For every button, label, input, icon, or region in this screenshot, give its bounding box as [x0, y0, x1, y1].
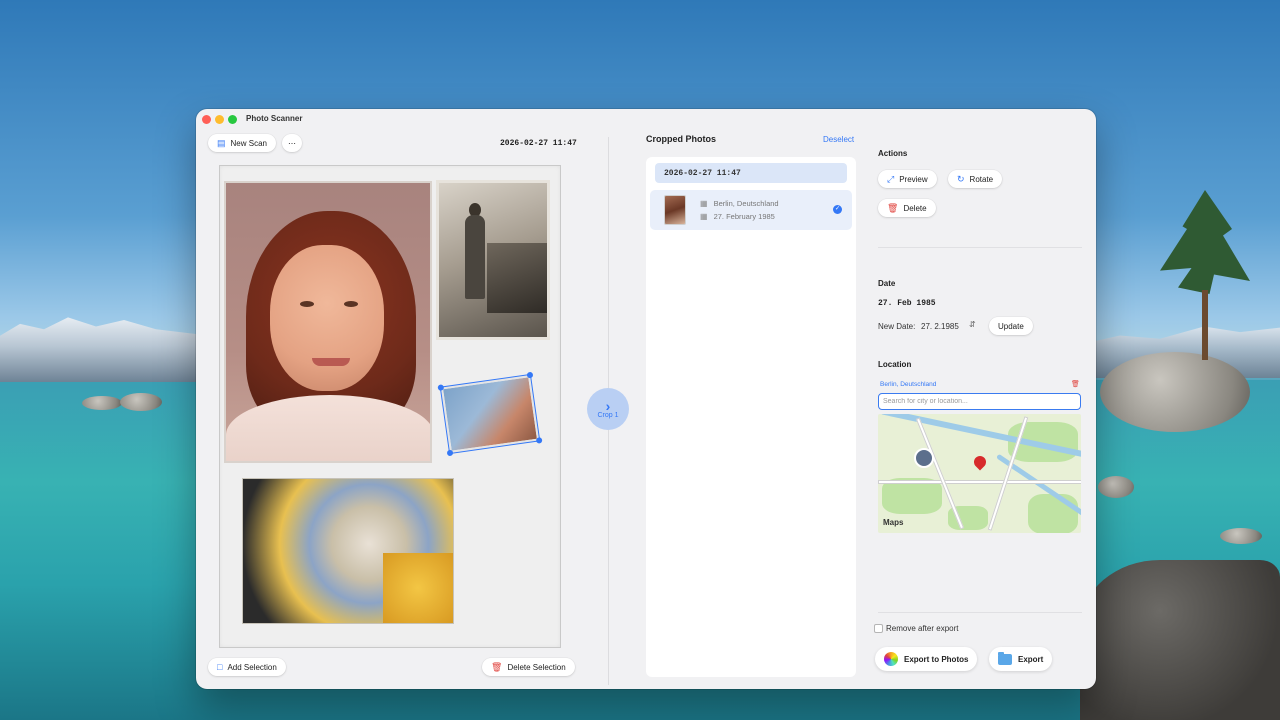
- folder-icon: [998, 651, 1012, 665]
- section-divider: [878, 612, 1082, 613]
- location-title: Location: [878, 360, 912, 369]
- date-title: Date: [878, 279, 896, 288]
- date-stepper-icon[interactable]: ⇵: [969, 320, 976, 329]
- wallpaper-boulder: [1080, 560, 1280, 720]
- crop-button[interactable]: › Crop 1: [587, 388, 629, 430]
- rotate-label: Rotate: [969, 174, 994, 184]
- new-date-label: New Date:: [878, 322, 916, 331]
- checkmark-icon: ✓: [833, 205, 842, 214]
- list-item[interactable]: ▦ Berlin, Deutschland ▦ 27. February 198…: [650, 190, 852, 230]
- more-options-button[interactable]: ⋯: [282, 134, 302, 152]
- export-to-photos-button[interactable]: Export to Photos: [875, 647, 978, 671]
- group-header: 2026-02-27 11:47: [655, 163, 847, 183]
- add-selection-button[interactable]: □ Add Selection: [208, 658, 286, 676]
- maps-logo: Maps: [883, 518, 904, 527]
- location-map[interactable]: Maps: [878, 414, 1081, 533]
- scanned-photo-portrait[interactable]: [224, 181, 432, 463]
- scanned-photo-flowers[interactable]: [242, 478, 454, 624]
- delete-selection-button[interactable]: 🗑 Delete Selection: [482, 658, 575, 676]
- cropped-photos-list: 2026-02-27 11:47 ▦ Berlin, Deutschland ▦…: [646, 157, 856, 677]
- add-selection-icon: □: [217, 662, 223, 672]
- cropped-photos-title: Cropped Photos: [646, 134, 716, 144]
- update-label: Update: [998, 321, 1024, 331]
- rotate-icon: ↻: [957, 173, 965, 184]
- ellipsis-icon: ⋯: [288, 138, 296, 148]
- location-search-input[interactable]: [878, 393, 1081, 410]
- trash-icon: 🗑: [887, 202, 899, 213]
- rotate-button[interactable]: ↻ Rotate: [948, 170, 1003, 188]
- scanned-photo-man[interactable]: [436, 180, 550, 340]
- wallpaper-rock: [1098, 476, 1134, 498]
- export-button[interactable]: Export: [989, 647, 1053, 671]
- window-title: Photo Scanner: [246, 114, 303, 123]
- selection-handle[interactable]: [535, 437, 543, 444]
- selected-photo[interactable]: [437, 371, 543, 457]
- export-to-photos-label: Export to Photos: [904, 654, 969, 664]
- trash-icon: 🗑: [491, 661, 503, 672]
- crop-button-label: Crop 1: [597, 411, 619, 419]
- add-selection-label: Add Selection: [227, 662, 277, 672]
- chevron-right-icon: ›: [605, 397, 611, 414]
- remove-after-export-label: Remove after export: [886, 624, 959, 633]
- delete-button[interactable]: 🗑 Delete: [878, 199, 936, 217]
- section-divider: [878, 247, 1082, 248]
- remove-after-export-checkbox[interactable]: [874, 624, 883, 633]
- item-date: 27. February 1985: [713, 212, 775, 221]
- current-date: 27. Feb 1985: [878, 299, 936, 308]
- map-icon: ▦: [700, 199, 708, 208]
- delete-selection-label: Delete Selection: [507, 662, 566, 672]
- scan-date: 2026-02-27 11:47: [500, 139, 577, 148]
- selection-handle[interactable]: [526, 371, 534, 379]
- new-scan-button[interactable]: ▤ New Scan: [208, 134, 276, 152]
- new-scan-label: New Scan: [230, 138, 267, 148]
- expand-icon: ⤢: [887, 173, 895, 184]
- deselect-link[interactable]: Deselect: [823, 135, 854, 144]
- wallpaper-rock: [120, 393, 162, 411]
- wallpaper-rock: [1100, 352, 1250, 432]
- window-minimize-button[interactable]: [215, 115, 224, 124]
- photo-thumbnail: [664, 195, 686, 225]
- trash-icon[interactable]: 🗑: [1071, 380, 1080, 388]
- current-location: Berlin, Deutschland: [880, 381, 937, 388]
- app-window: Photo Scanner ▤ New Scan ⋯ 2026-02-27 11…: [196, 109, 1096, 689]
- wallpaper-tree: [1160, 190, 1250, 360]
- scanner-icon: ▤: [217, 137, 226, 148]
- photos-app-icon: [884, 652, 898, 666]
- scan-canvas[interactable]: [219, 165, 561, 648]
- calendar-icon: ▦: [700, 212, 708, 221]
- export-label: Export: [1018, 654, 1044, 664]
- item-location: Berlin, Deutschland: [713, 199, 779, 208]
- window-zoom-button[interactable]: [228, 115, 237, 124]
- landmark-marker: [914, 448, 934, 468]
- wallpaper-rock: [82, 396, 122, 410]
- selection-handle[interactable]: [446, 449, 454, 457]
- update-button[interactable]: Update: [989, 317, 1033, 335]
- preview-label: Preview: [899, 174, 928, 184]
- selection-handle[interactable]: [437, 384, 445, 391]
- actions-title: Actions: [878, 149, 908, 158]
- map-pin-icon: [971, 453, 989, 471]
- new-date-field[interactable]: 27. 2.1985: [921, 322, 959, 331]
- window-close-button[interactable]: [202, 115, 211, 124]
- wallpaper-mountains-left: [0, 317, 200, 382]
- delete-label: Delete: [903, 203, 927, 213]
- wallpaper-rock: [1220, 528, 1262, 544]
- preview-button[interactable]: ⤢ Preview: [878, 170, 937, 188]
